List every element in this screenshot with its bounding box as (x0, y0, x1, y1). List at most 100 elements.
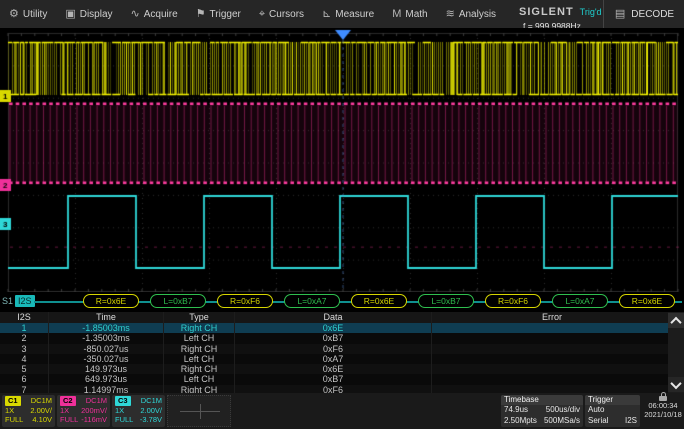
acquire-icon: ∿ (130, 7, 140, 20)
menu-item-utility[interactable]: ⚙ Utility (0, 0, 56, 28)
table-cell: 0xB7 (235, 333, 432, 344)
channel-id-badge: C3 (115, 396, 131, 406)
channel-descriptor-c1[interactable]: C1 DC1M 1X 2.00V/FULL 4.10V (2, 395, 55, 427)
channel-probe: 1X (115, 405, 125, 415)
table-cell (432, 374, 673, 385)
table-cell: 4 (0, 353, 49, 365)
channel-id-badge: C2 (60, 396, 76, 406)
table-cell: 3 (0, 343, 49, 354)
channel-descriptor-c2[interactable]: C2 DC1M 1X 200mV/FULL -116mV (57, 395, 110, 427)
table-row[interactable]: 5 149.973us Right CH 0x6E (0, 364, 684, 375)
menu: ⚙ Utility ▣ Display ∿ Acquire ⚑ Trigger ⌖ Cursors… (0, 0, 515, 28)
table-cell: Left CH (164, 333, 235, 344)
channel-scale: 2.00V/ (30, 405, 52, 415)
channel-coupling: DC1M (85, 396, 107, 405)
decode-icon: ▤ (614, 7, 626, 20)
decode-bus-row: S1 I2S R=0x6E L=0xB7 R=0xF6 L=0xA7 R=0x6E L=0… (0, 292, 684, 312)
waveform-display[interactable] (0, 28, 684, 292)
table-cell: -1.85003ms (49, 323, 164, 334)
channel-descriptor-c3[interactable]: C3 DC1M 1X 2.00V/FULL -3.78V (112, 395, 165, 427)
table-column-header: Type (164, 312, 235, 323)
menu-item-label: Analysis (458, 8, 497, 20)
table-row[interactable]: 4 -350.027us Left CH 0xA7 (0, 353, 684, 365)
analysis-icon: ≋ (445, 7, 455, 20)
trigger-panel[interactable]: Trigger Auto Serial I2S (585, 395, 640, 427)
menu-item-label: Display (79, 8, 113, 20)
channel-id-badge: C1 (5, 396, 21, 406)
table-row[interactable]: 2 -1.35003ms Left CH 0xB7 (0, 333, 684, 344)
siglent-logo: SIGLENT (519, 6, 574, 18)
decode-bubble-right: R=0x6E (351, 294, 407, 308)
trigger-mode: Auto (588, 405, 605, 414)
table-cell: -1.35003ms (49, 333, 164, 344)
gear-icon: ⚙ (9, 7, 19, 20)
menu-item-measure[interactable]: ⊾ Measure (313, 0, 383, 28)
table-cell: 0xA7 (235, 353, 432, 365)
table-scrollbar[interactable] (668, 312, 684, 393)
trigger-type: Serial (588, 415, 609, 425)
channel-offset: 4.10V (32, 415, 52, 424)
table-cell: 649.973us (49, 374, 164, 385)
timebase-title: Timebase (501, 395, 583, 405)
channel-scale: 200mV/ (81, 405, 107, 415)
menu-item-label: Trigger (209, 8, 241, 20)
menu-item-display[interactable]: ▣ Display (56, 0, 121, 28)
timebase-delay: 74.9us (504, 405, 529, 414)
decode-bubble-left: L=0xB7 (418, 294, 474, 308)
table-column-header: Time (49, 312, 164, 323)
menu-item-label: Cursors (269, 8, 305, 20)
channel-bandwidth: FULL (115, 415, 134, 424)
table-row[interactable]: 6 649.973us Left CH 0xB7 (0, 374, 684, 385)
cursors-icon: ⌖ (258, 7, 266, 20)
decode-bubble-left: L=0xA7 (552, 294, 608, 308)
chevron-down-icon (670, 377, 682, 389)
table-cell: 149.973us (49, 364, 164, 375)
table-cell (432, 364, 673, 375)
timebase-panel[interactable]: Timebase 74.9us 500us/div 2.50Mpts 500MS… (501, 395, 583, 427)
table-cell: 2 (0, 333, 49, 344)
table-cell: Right CH (164, 364, 235, 375)
channel-scale: 2.00V/ (140, 405, 162, 415)
menu-item-analysis[interactable]: ≋ Analysis (437, 0, 505, 28)
decode-button-label: DECODE (631, 8, 675, 20)
decode-bubble-right: R=0x6E (619, 294, 675, 308)
decode-source-label: S1 (2, 296, 14, 306)
table-row[interactable]: 3 -850.027us Right CH 0xF6 (0, 343, 684, 354)
table-cell (432, 343, 673, 354)
decode-bubble-right: R=0x6E (83, 294, 139, 308)
table-cell (432, 333, 673, 344)
menu-item-math[interactable]: M Math (383, 0, 436, 28)
table-cell (432, 353, 673, 365)
decode-bubble-left: L=0xA7 (284, 294, 340, 308)
channel-bandwidth: FULL (5, 415, 24, 424)
table-cell: Left CH (164, 374, 235, 385)
channel-probe: 1X (60, 405, 70, 415)
menu-item-acquire[interactable]: ∿ Acquire (122, 0, 187, 28)
scroll-up-button[interactable] (668, 313, 684, 328)
trigger-title: Trigger (585, 395, 640, 405)
table-cell (432, 323, 673, 334)
table-cell: Right CH (164, 323, 235, 334)
status-bar: C1 DC1M 1X 2.00V/FULL 4.10V C2 DC1M 1X 200mV/FUL… (0, 392, 684, 429)
table-cell: -850.027us (49, 343, 164, 354)
lock-icon (659, 392, 667, 401)
decode-button[interactable]: ▤ DECODE (603, 0, 684, 28)
table-cell: 0x6E (235, 323, 432, 334)
table-body: 1 -1.85003ms Right CH 0x6E 2 -1.35003ms Left C… (0, 323, 684, 396)
clock-date: 2021/10/18 (644, 410, 682, 419)
table-cell: 0x6E (235, 364, 432, 375)
menu-item-cursors[interactable]: ⌖ Cursors (250, 0, 313, 28)
menu-item-label: Utility (22, 8, 48, 20)
decode-bubble-right: R=0xF6 (217, 294, 273, 308)
table-row[interactable]: 1 -1.85003ms Right CH 0x6E (0, 323, 684, 334)
clock-time: 06:00:34 (648, 401, 678, 410)
menu-item-trigger[interactable]: ⚑ Trigger (187, 0, 250, 28)
scroll-down-button[interactable] (668, 377, 684, 392)
channel-probe: 1X (5, 405, 15, 415)
trigger-status-badge: Trig'd (579, 7, 602, 17)
math-icon: M (392, 7, 402, 20)
decode-protocol-badge[interactable]: I2S (15, 295, 35, 307)
empty-channel-slot[interactable] (167, 395, 231, 427)
decode-bubble-right: R=0xF6 (485, 294, 541, 308)
table-header-row: I2S Time Type Data Error (0, 312, 684, 323)
